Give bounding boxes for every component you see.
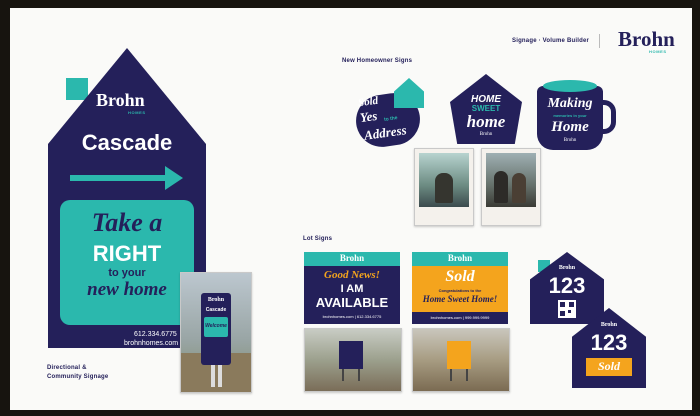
photo-stake bbox=[358, 369, 360, 381]
section-title-directional: Directional & bbox=[47, 365, 87, 371]
photo-stake bbox=[450, 369, 452, 381]
brand-logo-sub: HOMES bbox=[649, 49, 667, 54]
message-line-1: Take a bbox=[91, 208, 163, 237]
photo-sign bbox=[339, 341, 363, 369]
homeowner-sign-home-sweet-home: HOME SWEET home Brohn bbox=[450, 74, 522, 150]
house-number-sign-2: Brohn 123 Sold bbox=[572, 308, 646, 388]
message-line-3: to your bbox=[108, 267, 146, 279]
sign-brand: Brohn bbox=[558, 265, 576, 271]
post-sign-community: Cascade bbox=[205, 307, 227, 313]
sign-text-3: Home Sweet Home! bbox=[422, 294, 498, 304]
sign-footer: brohnhomes.com | 999.999.9999 bbox=[430, 315, 490, 320]
sign-brand: Brohn bbox=[96, 90, 145, 110]
sign-brand: Brohn bbox=[447, 253, 473, 263]
sign-text-4: Brohn bbox=[479, 132, 493, 137]
lot-sign-sold: Brohn Sold Congratulations to the Home S… bbox=[412, 252, 508, 324]
homeowner-sign-sold: Sold Yes to the Address bbox=[346, 78, 430, 154]
house-number: 123 bbox=[548, 273, 586, 298]
chimney-accent bbox=[66, 78, 88, 100]
section-title-homeowner: New Homeowner Signs bbox=[342, 58, 413, 64]
sign-text-2: Congratulations to the bbox=[438, 288, 482, 293]
page-caption: Signage · Volume Builder bbox=[512, 38, 590, 44]
sold-rider-text: Sold bbox=[597, 359, 620, 373]
section-title-lot: Lot Signs bbox=[303, 236, 333, 242]
lot-sign-photo-2 bbox=[412, 328, 510, 392]
sign-text-3: AVAILABLE bbox=[315, 295, 389, 310]
post-leg bbox=[218, 365, 222, 387]
homeowner-photo-1 bbox=[414, 148, 474, 226]
mug-rim bbox=[543, 80, 597, 92]
homeowner-photo-2 bbox=[481, 148, 541, 226]
house-icon bbox=[394, 78, 424, 108]
message-line-4: new home bbox=[87, 279, 167, 300]
community-sign-photo: Brohn Cascade Welcome bbox=[180, 272, 252, 393]
sign-text-2: I AM bbox=[340, 283, 364, 295]
sign-footer: brohnhomes.com | 612.334.6775 bbox=[322, 314, 382, 319]
post-leg bbox=[211, 365, 215, 387]
community-name: Cascade bbox=[81, 130, 173, 155]
house-number: 123 bbox=[590, 330, 628, 355]
lot-sign-photo-1 bbox=[304, 328, 402, 392]
sign-brand-sub: HOMES bbox=[128, 110, 146, 115]
person-silhouette bbox=[494, 171, 508, 203]
sign-text-3: home bbox=[466, 112, 506, 131]
message-line-2: RIGHT bbox=[92, 241, 162, 266]
sign-text-2: Yes bbox=[358, 107, 379, 126]
sign-text-1: Sold bbox=[445, 268, 475, 285]
lot-sign-available: Brohn Good News! I AM AVAILABLE brohnhom… bbox=[304, 252, 400, 324]
photo-stake bbox=[466, 369, 468, 381]
sign-text-2: memories in your bbox=[553, 113, 587, 118]
sign-text-4: Brohn bbox=[563, 138, 577, 143]
post-sign-text: Welcome bbox=[205, 323, 227, 329]
person-silhouette bbox=[435, 173, 453, 203]
sign-brand: Brohn bbox=[600, 322, 618, 328]
homeowner-sign-making-memories: Making memories in your Home Brohn bbox=[537, 76, 616, 152]
sign-text-1: Making bbox=[547, 96, 593, 111]
sign-web: brohnhomes.com bbox=[124, 340, 179, 347]
photo-stake bbox=[342, 369, 344, 381]
sign-text-3: Home bbox=[551, 119, 589, 135]
divider bbox=[599, 34, 600, 48]
post-sign-brand: Brohn bbox=[207, 297, 225, 303]
arrow-shaft bbox=[70, 175, 166, 181]
section-title-directional-2: Community Signage bbox=[47, 374, 109, 380]
sign-brand: Brohn bbox=[339, 253, 365, 263]
presentation-board: Signage · Volume Builder Brohn HOMES New… bbox=[10, 8, 692, 410]
sign-phone: 612.334.6775 bbox=[134, 331, 177, 338]
person-silhouette bbox=[512, 173, 526, 203]
arrow-right-icon bbox=[165, 166, 183, 190]
sign-text-1: Good News! bbox=[324, 269, 380, 281]
photo-sign bbox=[447, 341, 471, 369]
